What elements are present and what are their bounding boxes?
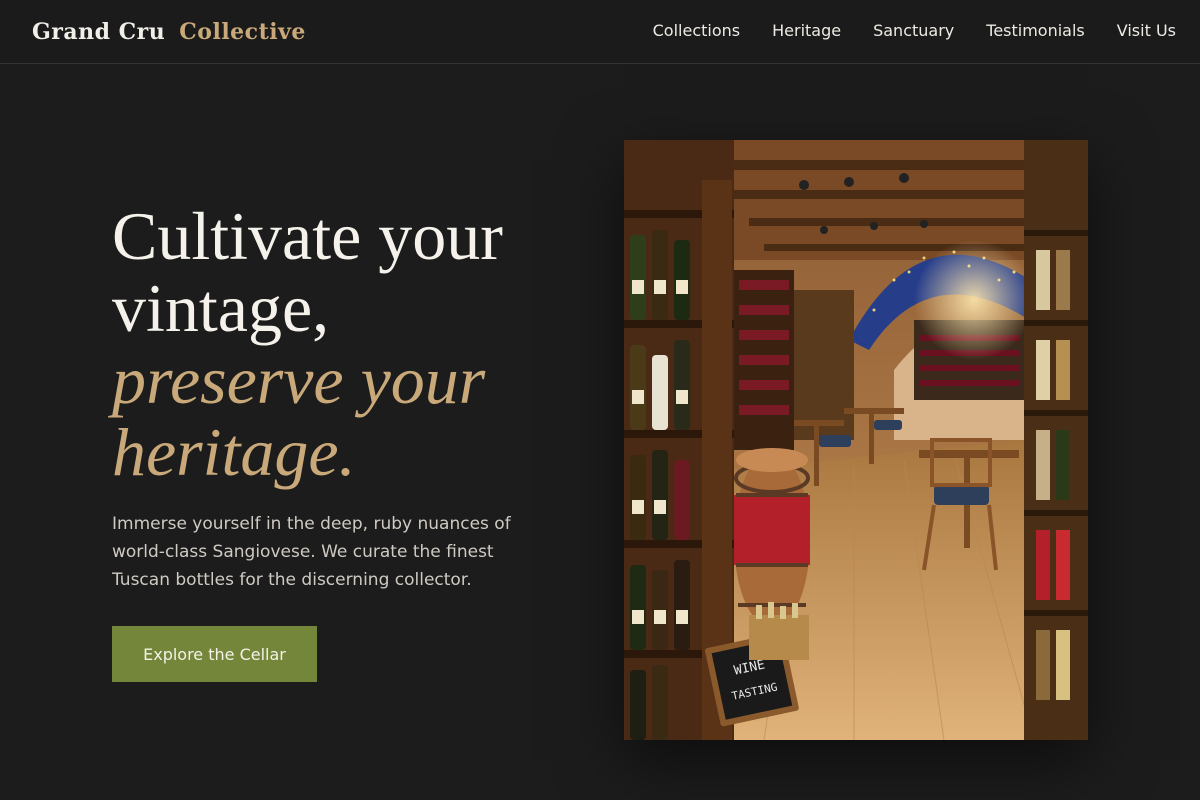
- hero-title-line-2: vintage,: [112, 270, 330, 346]
- brand-accent: Collective: [179, 19, 306, 45]
- top-navigation: Grand Cru Collective Collections Heritage…: [0, 0, 1200, 64]
- nav-link-testimonials[interactable]: Testimonials: [986, 18, 1085, 44]
- nav-link-heritage[interactable]: Heritage: [772, 18, 841, 44]
- wine-shop-photo: WINE TASTING: [624, 140, 1088, 740]
- hero-title: Cultivate your vintage, preserve your he…: [112, 200, 572, 488]
- brand-primary: Grand Cru: [32, 19, 166, 45]
- explore-cellar-button[interactable]: Explore the Cellar: [112, 626, 317, 682]
- hero-title-accent-2: heritage.: [112, 414, 356, 490]
- hero-title-line-1: Cultivate your: [112, 198, 503, 274]
- brand-logo[interactable]: Grand Cru Collective: [32, 17, 306, 47]
- nav-links: Collections Heritage Sanctuary Testimoni…: [653, 18, 1176, 44]
- hero-subtitle: Immerse yourself in the deep, ruby nuanc…: [112, 514, 511, 590]
- hero-title-accent-1: preserve your: [112, 342, 486, 418]
- nav-link-sanctuary[interactable]: Sanctuary: [873, 18, 954, 44]
- nav-link-visit-us[interactable]: Visit Us: [1117, 18, 1176, 44]
- wine-shop-illustration: WINE TASTING: [624, 140, 1088, 740]
- nav-link-collections[interactable]: Collections: [653, 18, 740, 44]
